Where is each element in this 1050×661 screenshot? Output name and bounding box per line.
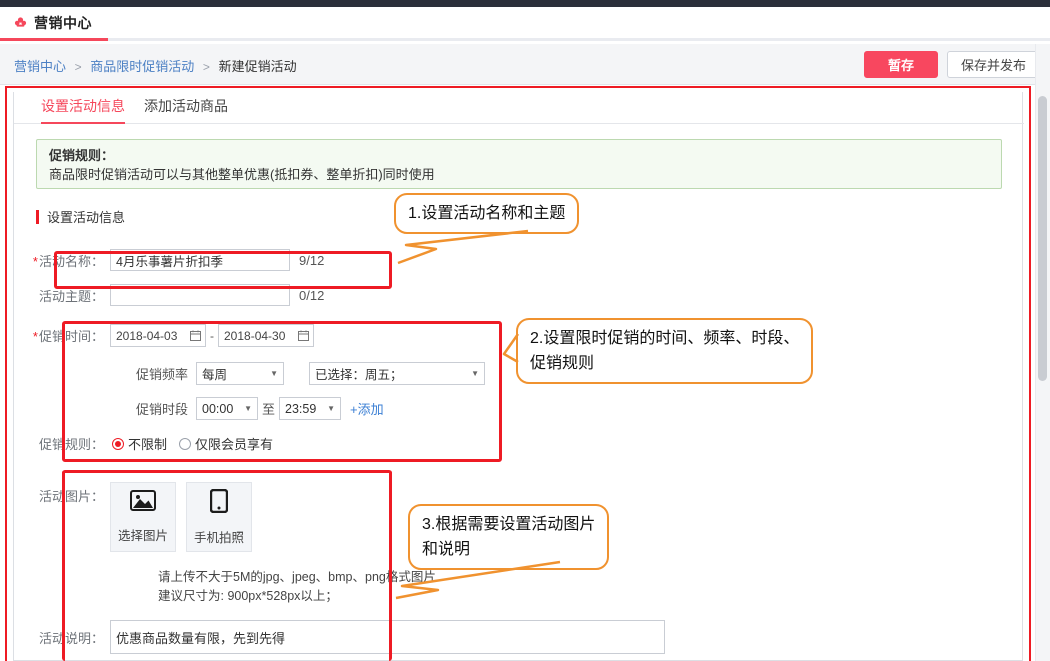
header-action-buttons: 暂存 保存并发布: [864, 51, 1040, 78]
promotion-rule-option-members-only-label: 仅限会员享有: [195, 434, 273, 453]
activity-description-input[interactable]: [110, 620, 665, 654]
save-and-publish-button[interactable]: 保存并发布: [947, 51, 1040, 78]
app-tab-bar: 营销中心: [0, 7, 1050, 41]
notice-body: 商品限时促销活动可以与其他整单优惠(抵扣券、整单折扣)同时使用: [49, 165, 989, 184]
notice-title: 促销规则：: [49, 146, 989, 165]
field-promotion-frequency: 促销频率 每周 ▼ 已选择：周五； ▼: [136, 362, 485, 385]
promotion-frequency-label: 促销频率: [136, 364, 188, 383]
promotion-end-date-picker[interactable]: 2018-04-30: [218, 324, 314, 347]
radio-unlimited-icon: [112, 438, 124, 450]
required-asterisk-name: *: [33, 254, 38, 269]
chevron-down-icon: ▼: [270, 369, 278, 378]
vertical-scrollbar-thumb[interactable]: [1038, 96, 1047, 381]
activity-image-label: 活动图片：: [14, 482, 110, 505]
tab-bar-underline: [0, 38, 1050, 41]
activity-description-label: 活动说明：: [14, 628, 110, 647]
activity-name-label-text: 活动名称：: [39, 254, 104, 269]
activity-theme-counter: 0/12: [299, 288, 324, 303]
breadcrumb-separator-1: >: [203, 60, 210, 74]
activity-theme-label: 活动主题：: [14, 286, 110, 305]
callout-2-pointer: [502, 332, 542, 392]
promotion-period-label: 促销时段: [136, 399, 188, 418]
mobile-photo-button[interactable]: 手机拍照: [186, 482, 252, 552]
breadcrumb-bar: 营销中心 > 商品限时促销活动 > 新建促销活动 暂存 保存并发布: [0, 44, 1050, 85]
radio-members-only-icon: [179, 438, 191, 450]
section-title-activity-info: 设置活动信息: [36, 207, 125, 226]
app-tab-label: 营销中心: [34, 13, 92, 33]
callout-3: 3.根据需要设置活动图片 和说明: [408, 504, 609, 570]
promotion-rule-option-members-only[interactable]: 仅限会员享有: [179, 434, 273, 453]
promotion-period-end-value: 23:59: [285, 402, 316, 416]
promotion-rule-label: 促销规则：: [14, 434, 110, 453]
mobile-photo-caption: 手机拍照: [194, 527, 244, 546]
promotion-start-date-picker[interactable]: 2018-04-03: [110, 324, 206, 347]
chevron-down-icon: ▼: [471, 369, 479, 378]
activity-name-counter: 9/12: [299, 253, 324, 268]
promotion-rule-notice: 促销规则： 商品限时促销活动可以与其他整单优惠(抵扣券、整单折扣)同时使用: [36, 139, 1002, 189]
breadcrumb-item-0[interactable]: 营销中心: [14, 59, 66, 74]
promotion-period-middle-label: 至: [262, 399, 275, 418]
promotion-time-label: *促销时间：: [14, 326, 110, 345]
callout-1-pointer: [390, 229, 590, 279]
calendar-icon: [190, 330, 201, 341]
promotion-rule-option-unlimited-label: 不限制: [128, 434, 167, 453]
breadcrumb-item-2: 新建促销活动: [219, 59, 297, 74]
callout-3-pointer: [394, 560, 614, 620]
vertical-scrollbar-track[interactable]: [1035, 44, 1050, 661]
field-activity-description: 活动说明：: [14, 620, 665, 654]
promotion-frequency-value: 每周: [202, 364, 227, 383]
callout-1-bubble: 1.设置活动名称和主题: [394, 193, 579, 234]
callout-2: 2.设置限时促销的时间、频率、时段、 促销规则: [516, 318, 813, 384]
save-draft-button[interactable]: 暂存: [864, 51, 938, 78]
add-period-link[interactable]: +添加: [350, 399, 384, 418]
promotion-selected-days-value: 已选择：周五；: [315, 364, 403, 383]
promotion-period-start-select[interactable]: 00:00 ▼: [196, 397, 258, 420]
promotion-frequency-select[interactable]: 每周 ▼: [196, 362, 284, 385]
window-top-strip: [0, 0, 1050, 7]
date-range-separator: -: [210, 329, 214, 343]
field-activity-theme: 活动主题： 0/12: [14, 284, 324, 306]
section-title-label: 设置活动信息: [47, 207, 125, 226]
chevron-down-icon: ▼: [244, 404, 252, 413]
promotion-period-end-select[interactable]: 23:59 ▼: [279, 397, 341, 420]
tab-set-activity-info[interactable]: 设置活动信息: [41, 96, 125, 124]
choose-image-button[interactable]: 选择图片: [110, 482, 176, 552]
flower-logo-icon: [14, 16, 27, 29]
content-tabs: 设置活动信息 添加活动商品: [14, 92, 1024, 124]
activity-name-input[interactable]: [110, 249, 290, 271]
promotion-start-date-value: 2018-04-03: [116, 329, 177, 343]
promotion-selected-days-select[interactable]: 已选择：周五； ▼: [309, 362, 485, 385]
section-accent-bar: [36, 210, 39, 224]
choose-image-caption: 选择图片: [118, 525, 168, 544]
promotion-period-start-value: 00:00: [202, 402, 233, 416]
field-activity-image: 活动图片： 选择图片: [14, 482, 252, 552]
mobile-phone-icon: [210, 489, 228, 518]
promotion-time-label-text: 促销时间：: [39, 329, 104, 344]
chevron-down-icon: ▼: [327, 404, 335, 413]
breadcrumb: 营销中心 > 商品限时促销活动 > 新建促销活动: [14, 56, 297, 75]
page-root: 营销中心 营销中心 > 商品限时促销活动 > 新建促销活动 暂存 保存并发布 设…: [0, 0, 1050, 661]
breadcrumb-separator-0: >: [75, 60, 82, 74]
field-promotion-time: *促销时间： 2018-04-03 - 2018-04-30: [14, 324, 314, 347]
calendar-icon: [298, 330, 309, 341]
activity-theme-input[interactable]: [110, 284, 290, 306]
field-promotion-rule: 促销规则： 不限制 仅限会员享有: [14, 434, 273, 453]
callout-1: 1.设置活动名称和主题: [394, 193, 579, 234]
promotion-rule-option-unlimited[interactable]: 不限制: [112, 434, 167, 453]
field-promotion-period: 促销时段 00:00 ▼ 至 23:59 ▼ +添加: [136, 397, 384, 420]
app-tab-marketing-center[interactable]: 营销中心: [0, 7, 108, 41]
field-activity-name: *活动名称： 9/12: [14, 249, 324, 271]
callout-2-bubble: 2.设置限时促销的时间、频率、时段、 促销规则: [516, 318, 813, 384]
activity-name-label: *活动名称：: [14, 251, 110, 270]
picture-icon: [130, 490, 156, 516]
tab-add-activity-products[interactable]: 添加活动商品: [144, 96, 228, 122]
promotion-end-date-value: 2018-04-30: [224, 329, 285, 343]
breadcrumb-item-1[interactable]: 商品限时促销活动: [90, 59, 194, 74]
required-asterisk-time: *: [33, 329, 38, 344]
